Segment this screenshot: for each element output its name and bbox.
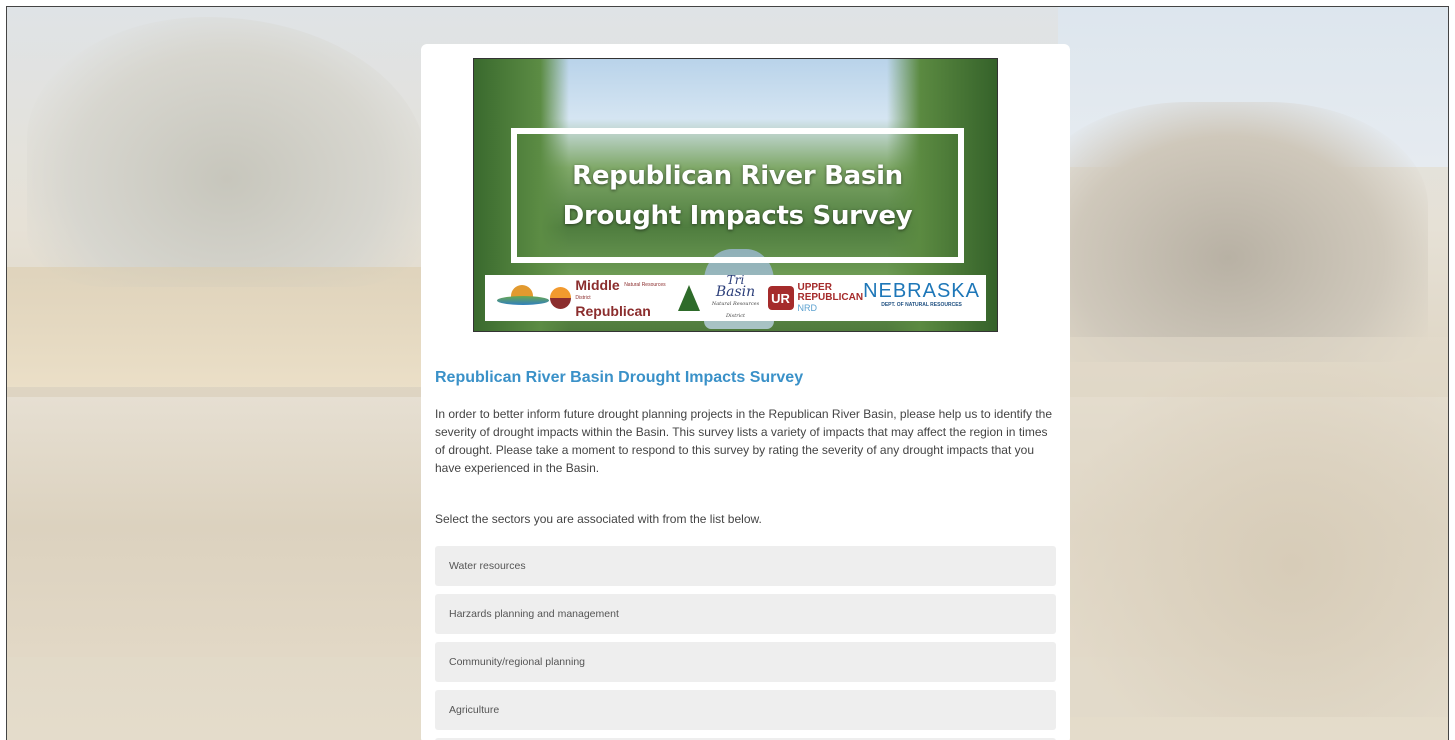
background-trees bbox=[27, 17, 427, 287]
survey-card: Republican River Basin Drought Impacts S… bbox=[421, 44, 1070, 740]
middle-republican-logo: Middle Natural Resources District Republ… bbox=[550, 278, 677, 318]
river-landscape-icon bbox=[497, 296, 549, 305]
banner-title-line-2: Drought Impacts Survey bbox=[562, 200, 913, 231]
upper-republican-logo: UR UPPER REPUBLICAN NRD bbox=[767, 283, 863, 313]
tri-basin-logo: Tri Basin Natural Resources District bbox=[677, 274, 768, 322]
background-grass-right bbox=[1058, 337, 1448, 717]
ur-badge-icon: UR bbox=[767, 286, 794, 310]
sector-options-list: Water resources Harzards planning and ma… bbox=[435, 546, 1056, 740]
survey-title: Republican River Basin Drought Impacts S… bbox=[435, 369, 804, 386]
survey-banner-image: Republican River Basin Drought Impacts S… bbox=[473, 58, 998, 332]
sector-option-hazards-planning[interactable]: Harzards planning and management bbox=[435, 594, 1056, 634]
banner-title-box: Republican River Basin Drought Impacts S… bbox=[511, 128, 964, 263]
partner-logo-strip: Middle Natural Resources District Republ… bbox=[485, 274, 986, 322]
middle-republican-emblem-icon bbox=[550, 287, 572, 309]
lower-republican-logo bbox=[491, 281, 550, 315]
banner-title-line-1: Republican River Basin bbox=[572, 160, 903, 191]
sector-option-community-planning[interactable]: Community/regional planning bbox=[435, 642, 1056, 682]
survey-intro-text: In order to better inform future drought… bbox=[435, 407, 1053, 475]
pine-tree-icon bbox=[677, 285, 700, 311]
sector-question-prompt: Select the sectors you are associated wi… bbox=[435, 512, 762, 526]
background-grass bbox=[7, 267, 437, 387]
background-hill bbox=[1028, 102, 1428, 362]
sector-option-water-resources[interactable]: Water resources bbox=[435, 546, 1056, 586]
nebraska-dnr-logo: NEBRASKA DEPT. OF NATURAL RESOURCES bbox=[863, 280, 980, 308]
sector-option-agriculture[interactable]: Agriculture bbox=[435, 690, 1056, 730]
